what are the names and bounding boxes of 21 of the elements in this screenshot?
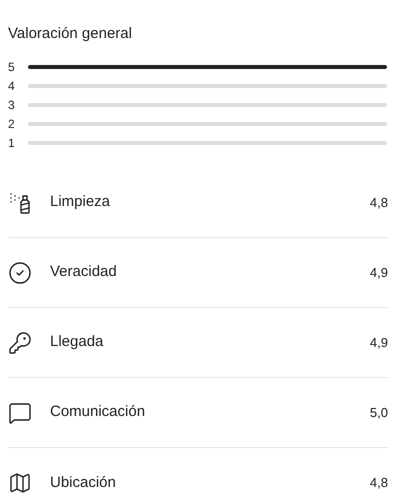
map-icon (8, 471, 32, 495)
rating-label: 4 (8, 79, 16, 93)
category-score: 4,9 (370, 264, 388, 282)
check-circle-icon (8, 260, 32, 284)
category-label: Limpieza (50, 192, 112, 212)
category-score: 4,8 (370, 194, 388, 212)
speech-bubble-icon (8, 400, 32, 424)
rating-label: 3 (8, 98, 16, 112)
category-score: 5,0 (370, 404, 388, 422)
category-score: 4,8 (370, 474, 388, 492)
key-icon (8, 330, 32, 354)
rating-label: 2 (8, 117, 16, 131)
category-label: Ubicación (50, 472, 117, 493)
section-title: Valoración general (8, 24, 133, 44)
category-score: 4,9 (370, 334, 388, 352)
category-label: Llegada (50, 332, 104, 352)
rating-label: 5 (8, 60, 16, 74)
rating-label: 1 (8, 136, 16, 150)
category-label: Veracidad (50, 262, 118, 282)
category-label: Comunicación (50, 402, 146, 422)
spray-bottle-icon (8, 190, 32, 214)
